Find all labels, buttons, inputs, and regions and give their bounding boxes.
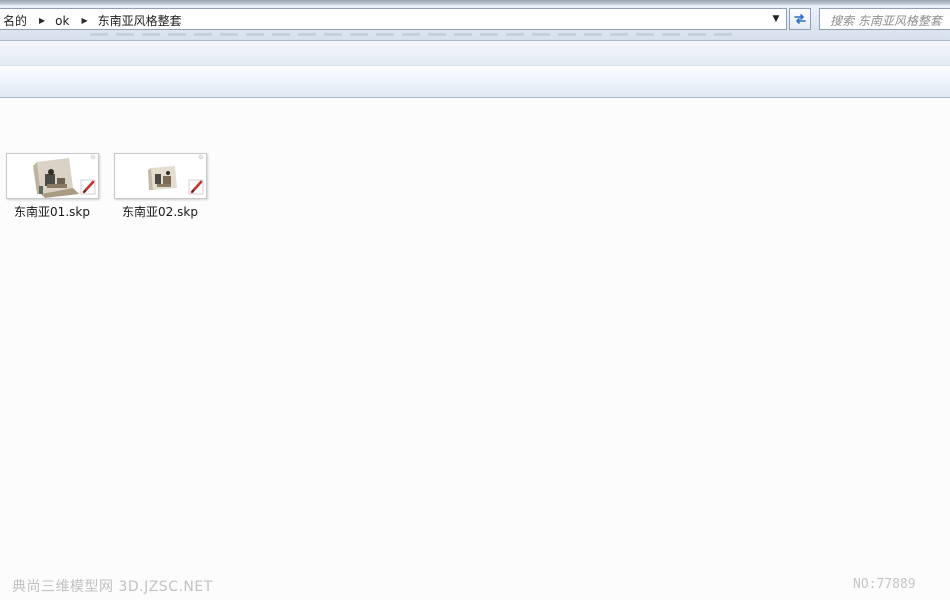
breadcrumb-arrow-icon[interactable]: ▶ xyxy=(81,16,87,25)
breadcrumb-item-current[interactable]: 东南亚风格整套 xyxy=(96,12,184,29)
file-item[interactable]: 东南亚02.skp xyxy=(108,153,208,225)
file-name[interactable]: 东南亚01.skp xyxy=(0,203,104,220)
file-list-pane[interactable]: 东南亚01.skp 东南亚02.skp xyxy=(0,98,950,600)
command-bar xyxy=(0,66,950,98)
breadcrumb-item-parent[interactable]: 名的 xyxy=(1,12,29,29)
chevron-down-icon[interactable]: ▼ xyxy=(766,9,786,29)
breadcrumb: 名的 ▶ ok ▶ 东南亚风格整套 xyxy=(1,12,184,29)
file-name[interactable]: 东南亚02.skp xyxy=(108,203,212,220)
watermark-number: NO:77889 xyxy=(853,577,916,592)
search-placeholder: 搜索 东南亚风格整套 xyxy=(830,14,942,28)
navigation-bar: 名的 ▶ ok ▶ 东南亚风格整套 ▼ 搜索 东南亚风格整套 xyxy=(0,0,950,41)
breadcrumb-arrow-icon[interactable]: ▶ xyxy=(39,16,45,25)
file-thumbnail xyxy=(114,153,207,199)
file-thumbnail xyxy=(6,153,99,199)
refresh-button[interactable] xyxy=(789,8,811,30)
room-render-thumbnail xyxy=(148,154,204,195)
file-item[interactable]: 东南亚01.skp xyxy=(0,153,100,225)
search-input[interactable]: 搜索 东南亚风格整套 xyxy=(819,8,950,30)
watermark-text: 典尚三维模型网 3D.JZSC.NET xyxy=(12,579,213,595)
breadcrumb-item-ok[interactable]: ok xyxy=(53,14,71,28)
background-strip xyxy=(90,33,740,36)
room-render-thumbnail xyxy=(33,154,96,198)
window-frame-edge xyxy=(0,0,950,5)
refresh-icon xyxy=(794,14,806,24)
address-bar[interactable]: 名的 ▶ ok ▶ 东南亚风格整套 ▼ xyxy=(0,8,787,30)
menu-bar xyxy=(0,41,950,66)
